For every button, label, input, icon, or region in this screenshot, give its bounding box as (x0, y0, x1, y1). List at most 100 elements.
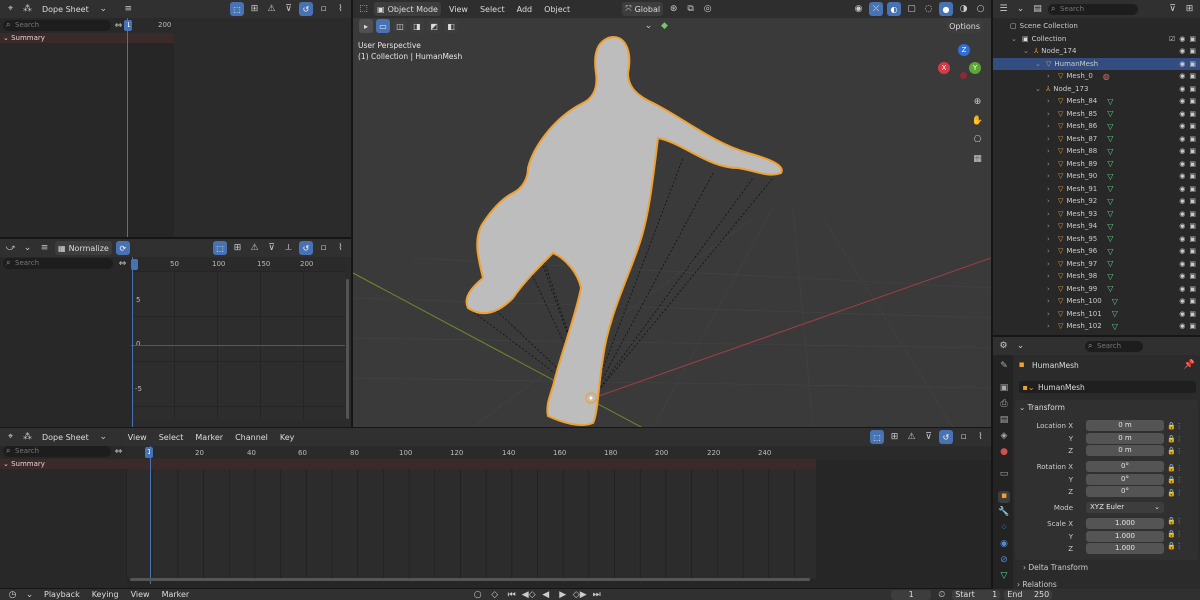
warning-icon[interactable]: ⚠ (905, 431, 918, 444)
mesh-data-icon[interactable]: ▽ (1107, 147, 1113, 156)
mesh-data-icon[interactable]: ▽ (1107, 184, 1113, 193)
z-axis-ball[interactable]: Z (958, 44, 970, 56)
outliner-mesh-row[interactable]: › ▽ Mesh_101 ▽ ◉ ▣ (993, 308, 1200, 321)
physics-tab-icon[interactable]: ◉ (998, 539, 1010, 551)
menu-select[interactable]: Select (476, 5, 509, 14)
material-icon[interactable]: ◍ (1103, 72, 1110, 81)
camera-render-icon[interactable]: ▣ (1189, 185, 1196, 193)
search-input[interactable]: Search (3, 257, 113, 269)
expand-icon[interactable]: ⌄ (1035, 60, 1043, 68)
mesh-data-icon[interactable]: ▽ (1107, 222, 1113, 231)
camera-render-icon[interactable]: ▣ (1189, 47, 1196, 55)
eye-icon[interactable]: ◉ (1179, 197, 1185, 205)
proportional-icon[interactable]: ◎ (701, 3, 714, 16)
filter-icon[interactable]: ⊽ (282, 3, 295, 16)
end-frame-field[interactable]: End 250 (1004, 589, 1053, 600)
camera-render-icon[interactable]: ▣ (1189, 147, 1196, 155)
expand-icon[interactable]: › (1047, 135, 1055, 143)
render-tab-icon[interactable]: ▣ (998, 383, 1010, 395)
mesh-data-icon[interactable]: ▽ (1107, 284, 1113, 293)
outliner-mesh-row[interactable]: › ▽ Mesh_99 ▽ ◉ ▣ (993, 283, 1200, 296)
mesh-data-icon[interactable]: ▽ (1107, 172, 1113, 181)
mesh-data-icon[interactable]: ▽ (1107, 197, 1113, 206)
new-collection-icon[interactable]: ⊞ (1183, 3, 1196, 16)
y-axis-ball[interactable]: Y (969, 62, 981, 74)
expand-icon[interactable]: › (1047, 285, 1055, 293)
expand-icon[interactable]: › (1047, 160, 1055, 168)
camera-render-icon[interactable]: ▣ (1189, 60, 1196, 68)
eye-icon[interactable]: ◉ (1179, 135, 1185, 143)
pivot-icon[interactable]: ⟂ (282, 242, 295, 255)
collection-tab-icon[interactable]: ▭ (998, 469, 1010, 481)
outliner-mesh-row[interactable]: › ▽ Mesh_90 ▽ ◉ ▣ (993, 170, 1200, 183)
expand-icon[interactable]: › (1047, 147, 1055, 155)
jump-end-icon[interactable]: ⏭ (590, 590, 603, 600)
menu-marker[interactable]: Marker (191, 433, 227, 442)
checkbox-icon[interactable]: ☑ (1169, 35, 1175, 43)
editor-type-icon[interactable]: ⌖ (4, 3, 17, 16)
orientation-select[interactable]: ⤧ Global (622, 2, 664, 16)
camera-render-icon[interactable]: ▣ (1189, 85, 1196, 93)
mesh-data-icon[interactable]: ▽ (1107, 97, 1113, 106)
snap-icon[interactable]: ⧉ (684, 3, 697, 16)
editor-mode-select[interactable]: Dope Sheet (38, 5, 93, 14)
camera-render-icon[interactable]: ▣ (1189, 222, 1196, 230)
expand-icon[interactable]: › (1047, 297, 1055, 305)
hamburger-icon[interactable]: ≡ (38, 242, 51, 255)
expand-icon[interactable]: › (1047, 210, 1055, 218)
rotation-z-field[interactable]: 0° (1086, 486, 1164, 497)
preview-range-icon[interactable]: ⏲ (935, 590, 948, 600)
chevron-down-icon[interactable]: ⌄ (23, 590, 36, 600)
menu-marker[interactable]: Marker (158, 590, 194, 599)
eye-icon[interactable]: ◉ (1179, 272, 1185, 280)
camera-render-icon[interactable]: ▣ (1189, 322, 1196, 330)
search-input[interactable]: Search (3, 19, 111, 31)
eye-icon[interactable]: ◉ (1179, 72, 1185, 80)
properties-icon[interactable]: ⚙ (997, 340, 1010, 353)
summary-row[interactable]: ⌄ Summary (0, 459, 126, 469)
bottom-frame-ruler[interactable]: 1 20 40 60 80 100 120 140 160 180 200 22… (126, 446, 991, 460)
expand-icon[interactable]: › (1047, 260, 1055, 268)
expand-icon[interactable]: › (1047, 272, 1055, 280)
lock-icon[interactable]: 🔒⋮ (1167, 445, 1187, 458)
camera-render-icon[interactable]: ▣ (1189, 260, 1196, 268)
eye-icon[interactable]: ◉ (1179, 97, 1185, 105)
camera-render-icon[interactable]: ▣ (1189, 35, 1196, 43)
proportional-icon[interactable]: ▫ (317, 3, 330, 16)
output-tab-icon[interactable]: ⎙ (998, 399, 1010, 411)
camera-render-icon[interactable]: ▣ (1189, 235, 1196, 243)
lock-icon[interactable]: 🔒⋮ (1167, 433, 1187, 446)
outliner-mesh-row[interactable]: › ▽ Mesh_88 ▽ ◉ ▣ (993, 145, 1200, 158)
start-frame-field[interactable]: Start 1 (952, 589, 1001, 600)
eye-icon[interactable]: ◉ (1179, 185, 1185, 193)
ghost-icon[interactable]: ⊞ (888, 431, 901, 444)
graph-editor-icon[interactable]: ⤻ (4, 242, 17, 255)
mesh-data-icon[interactable]: ▽ (1107, 259, 1113, 268)
outliner-mesh-row[interactable]: › ▽ Mesh_85 ▽ ◉ ▣ (993, 108, 1200, 121)
graph-icon[interactable]: ⌇ (334, 3, 347, 16)
search-input[interactable]: Search (3, 445, 111, 457)
rotation-y-field[interactable]: 0° (1086, 474, 1164, 485)
location-x-field[interactable]: 0 m (1086, 420, 1164, 431)
expand-icon[interactable]: › (1047, 72, 1055, 80)
eye-icon[interactable]: ◉ (1179, 322, 1185, 330)
outliner-tree[interactable]: ▢ Scene Collection ⌄ ▣ Collection ☑ ◉ ▣ ⌄ ⅄ Node_1… (993, 20, 1200, 335)
expand-icon[interactable]: › (1047, 122, 1055, 130)
lock-icon[interactable]: 🔒⋮ (1167, 487, 1187, 500)
eye-icon[interactable]: ◉ (1179, 147, 1185, 155)
lock-icon[interactable]: 🔒⋮ (1167, 515, 1187, 528)
graph-icon[interactable]: ⌇ (974, 431, 987, 444)
view3d-icon[interactable]: ⬚ (357, 3, 370, 16)
outliner-mesh-row[interactable]: › ▽ Mesh_91 ▽ ◉ ▣ (993, 183, 1200, 196)
outliner-row[interactable]: ⌄ ▽ HumanMesh ◉ ▣ (993, 57, 1200, 70)
chevron-down-icon[interactable]: ⌄ (1014, 3, 1027, 16)
render-shading-icon[interactable]: ○ (974, 3, 987, 16)
play-reverse-icon[interactable]: ◀ (539, 590, 552, 600)
clock-icon[interactable]: ◷ (6, 590, 19, 600)
expand-icon[interactable]: › (1047, 235, 1055, 243)
eye-icon[interactable]: ◉ (1179, 47, 1185, 55)
snap-button[interactable]: ↺ (939, 430, 953, 444)
mesh-data-icon[interactable]: ▽ (1107, 122, 1113, 131)
playhead-line[interactable] (132, 257, 133, 427)
mesh-data-icon[interactable]: ▽ (1112, 309, 1118, 318)
